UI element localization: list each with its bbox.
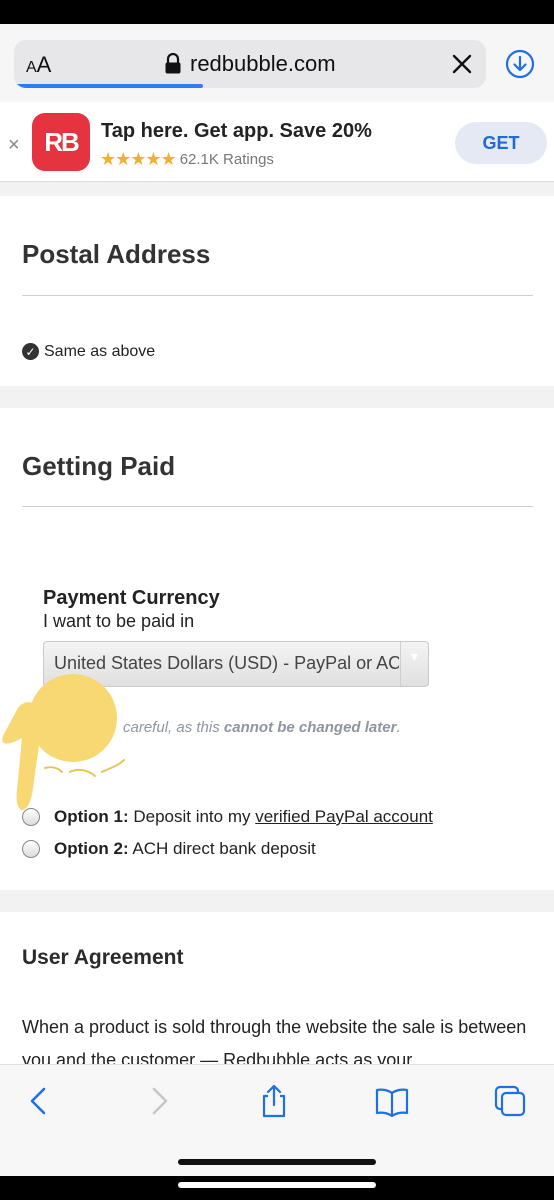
download-icon[interactable] bbox=[504, 48, 536, 80]
option-2-label[interactable]: Option 2: ACH direct bank deposit bbox=[54, 839, 316, 859]
browser-toolbar bbox=[0, 1064, 554, 1176]
banner-rating: ★★★★★ 62.1K Ratings bbox=[100, 149, 274, 170]
payment-currency-heading: Payment Currency bbox=[43, 587, 220, 609]
same-as-above-checkbox[interactable]: ✓ bbox=[22, 343, 39, 360]
verified-paypal-link[interactable]: verified PayPal account bbox=[255, 807, 433, 826]
lock-icon bbox=[164, 52, 182, 75]
tabs-icon[interactable] bbox=[492, 1083, 528, 1119]
close-icon[interactable]: × bbox=[8, 135, 20, 155]
url-text: redbubble.com bbox=[190, 51, 336, 76]
option-2-radio[interactable] bbox=[22, 840, 40, 858]
url-display[interactable]: redbubble.com bbox=[164, 51, 336, 77]
pointing-hand-icon bbox=[2, 674, 125, 811]
section-title-getting-paid: Getting Paid bbox=[22, 451, 176, 481]
get-app-button[interactable]: GET bbox=[455, 122, 547, 164]
back-icon[interactable] bbox=[21, 1083, 57, 1119]
app-logo: RB bbox=[32, 113, 90, 171]
payment-currency-subtext: I want to be paid in bbox=[43, 611, 195, 631]
share-icon[interactable] bbox=[256, 1083, 292, 1119]
star-rating-icon: ★★★★★ bbox=[100, 149, 177, 169]
section-title-user-agreement: User Agreement bbox=[22, 946, 184, 969]
home-indicator bbox=[178, 1159, 376, 1165]
divider bbox=[22, 506, 533, 507]
user-agreement-text: When a product is sold through the websi… bbox=[22, 1017, 527, 1064]
page-load-progress bbox=[14, 84, 203, 88]
currency-warning: careful, as this cannot be changed later… bbox=[123, 719, 401, 736]
divider bbox=[22, 295, 533, 296]
chevron-down-icon: ▼ bbox=[400, 642, 428, 686]
user-agreement-section: User Agreement When a product is sold th… bbox=[0, 912, 554, 1064]
same-as-above-label: Same as above bbox=[44, 343, 156, 360]
status-bar bbox=[0, 0, 554, 24]
ratings-count: 62.1K Ratings bbox=[179, 151, 274, 168]
url-field[interactable]: AA redbubble.com bbox=[14, 40, 486, 88]
section-title-postal: Postal Address bbox=[22, 239, 211, 269]
smart-app-banner[interactable]: × RB Tap here. Get app. Save 20% ★★★★★ 6… bbox=[0, 102, 554, 182]
browser-address-bar: AA redbubble.com bbox=[0, 24, 554, 102]
bookmarks-icon[interactable] bbox=[374, 1083, 410, 1119]
banner-title: Tap here. Get app. Save 20% bbox=[101, 120, 372, 142]
clear-icon[interactable] bbox=[448, 50, 476, 78]
bottom-strip bbox=[0, 1176, 554, 1200]
postal-address-section: Postal Address ✓ Same as above bbox=[0, 196, 554, 386]
forward-icon[interactable] bbox=[141, 1083, 177, 1119]
reader-options-button[interactable]: AA bbox=[26, 52, 51, 78]
